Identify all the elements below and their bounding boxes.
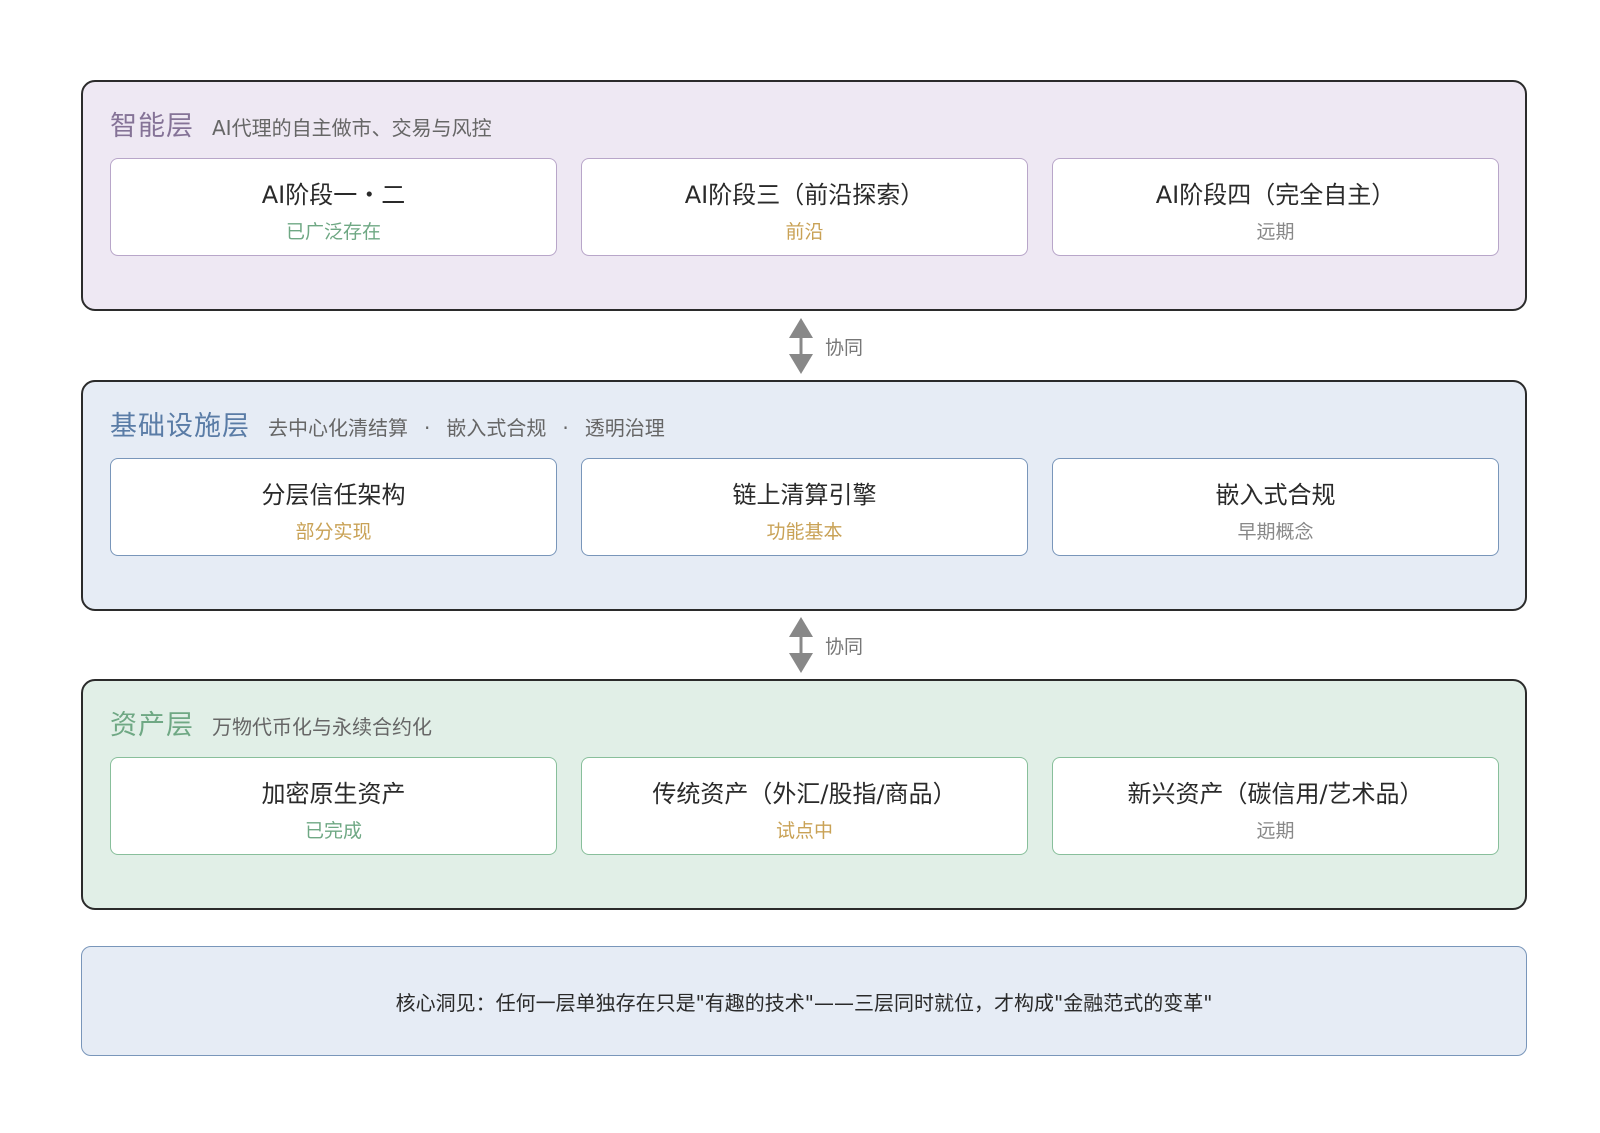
synergy-connector: 协同 — [789, 318, 909, 374]
double-arrow-icon — [789, 617, 813, 673]
asset-layer: 资产层 万物代币化与永续合约化 加密原生资产 已完成 传统资产（外汇/股指/商品… — [81, 679, 1527, 910]
card-title: 分层信任架构 — [261, 481, 406, 509]
intelligence-layer: 智能层 AI代理的自主做市、交易与风控 AI阶段一・二 已广泛存在 AI阶段三（… — [81, 80, 1527, 311]
double-arrow-icon — [789, 318, 813, 374]
card-status: 部分实现 — [295, 521, 372, 543]
card-status: 远期 — [1256, 221, 1295, 243]
synergy-connector: 协同 — [789, 617, 909, 673]
layer-header: 资产层 万物代币化与永续合约化 — [110, 703, 432, 742]
card-status: 已完成 — [304, 820, 362, 842]
layer-subtitle: 万物代币化与永续合约化 — [212, 715, 432, 739]
card-status: 前沿 — [785, 221, 824, 243]
connector-label: 协同 — [825, 337, 864, 359]
card-status: 功能基本 — [766, 521, 843, 543]
card-title: 链上清算引擎 — [732, 481, 877, 509]
layer-header: 基础设施层 去中心化清结算 · 嵌入式合规 · 透明治理 — [110, 404, 665, 443]
layer-subtitle-item: 嵌入式合规 — [446, 416, 547, 440]
card-status: 远期 — [1256, 820, 1295, 842]
card-title: 加密原生资产 — [261, 780, 406, 808]
card-title: 新兴资产（碳信用/艺术品） — [1127, 780, 1424, 808]
capability-card: AI阶段一・二 已广泛存在 — [110, 158, 557, 256]
card-title: AI阶段四（完全自主） — [1155, 181, 1396, 209]
card-title: AI阶段三（前沿探索） — [684, 181, 925, 209]
capability-card: 新兴资产（碳信用/艺术品） 远期 — [1052, 757, 1499, 855]
layer-subtitle: AI代理的自主做市、交易与风控 — [212, 116, 492, 140]
layer-subtitle-item: 去中心化清结算 — [268, 416, 408, 440]
separator-dot: · — [424, 416, 431, 440]
capability-card: AI阶段三（前沿探索） 前沿 — [581, 158, 1028, 256]
card-title: 嵌入式合规 — [1215, 481, 1336, 509]
capability-card: 嵌入式合规 早期概念 — [1052, 458, 1499, 556]
layered-architecture-diagram: 智能层 AI代理的自主做市、交易与风控 AI阶段一・二 已广泛存在 AI阶段三（… — [0, 0, 1600, 1133]
capability-card: AI阶段四（完全自主） 远期 — [1052, 158, 1499, 256]
capability-card: 加密原生资产 已完成 — [110, 757, 557, 855]
layer-subtitle-item: 透明治理 — [584, 416, 665, 440]
insight-text: 核心洞见：任何一层单独存在只是"有趣的技术"——三层同时就位，才构成"金融范式的… — [395, 991, 1213, 1015]
layer-title: 资产层 — [110, 710, 194, 741]
separator-dot: · — [562, 416, 569, 440]
card-status: 试点中 — [775, 820, 833, 842]
card-title: 传统资产（外汇/股指/商品） — [652, 780, 957, 808]
layer-header: 智能层 AI代理的自主做市、交易与风控 — [110, 104, 492, 143]
card-status: 已广泛存在 — [285, 221, 381, 243]
card-title: AI阶段一・二 — [261, 181, 406, 209]
card-status: 早期概念 — [1237, 521, 1314, 543]
connector-label: 协同 — [825, 636, 864, 658]
layer-title: 智能层 — [110, 111, 194, 142]
core-insight-box: 核心洞见：任何一层单独存在只是"有趣的技术"——三层同时就位，才构成"金融范式的… — [81, 946, 1527, 1056]
layer-title: 基础设施层 — [110, 411, 250, 442]
capability-card: 分层信任架构 部分实现 — [110, 458, 557, 556]
infrastructure-layer: 基础设施层 去中心化清结算 · 嵌入式合规 · 透明治理 分层信任架构 部分实现… — [81, 380, 1527, 611]
capability-card: 链上清算引擎 功能基本 — [581, 458, 1028, 556]
capability-card: 传统资产（外汇/股指/商品） 试点中 — [581, 757, 1028, 855]
